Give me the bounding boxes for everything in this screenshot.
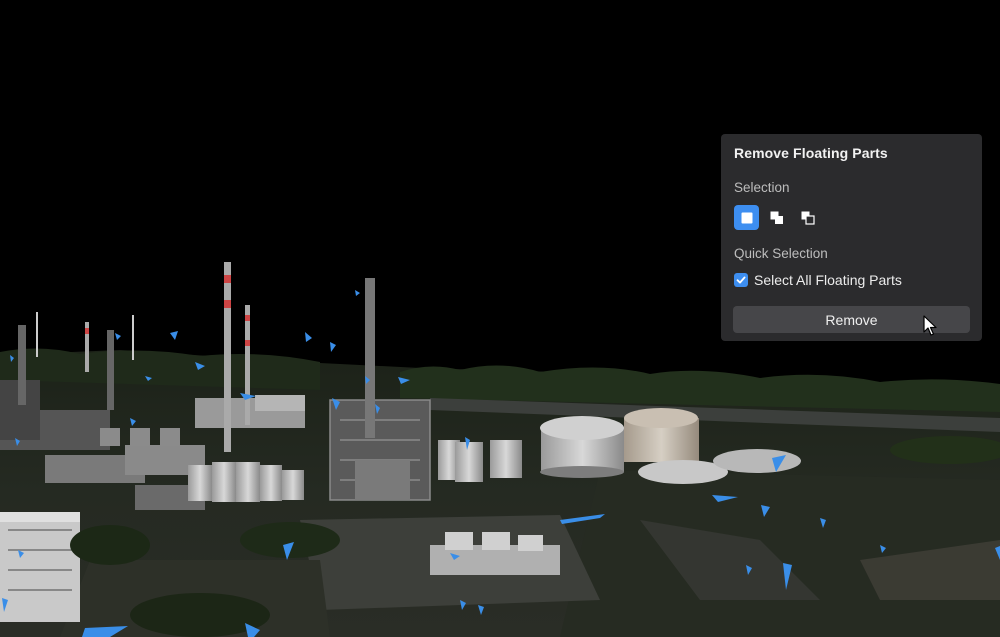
select-all-floating-parts-option[interactable]: Select All Floating Parts xyxy=(734,272,902,288)
remove-floating-parts-panel: Remove Floating Parts Selection Quick Se… xyxy=(721,134,982,341)
quick-selection-label: Quick Selection xyxy=(734,246,828,261)
subtract-selection-icon xyxy=(801,211,815,225)
panel-title: Remove Floating Parts xyxy=(734,145,888,161)
add-selection-icon xyxy=(770,211,784,225)
square-selection-icon xyxy=(741,212,753,224)
selection-label: Selection xyxy=(734,180,790,195)
select-all-checkbox[interactable] xyxy=(734,273,748,287)
add-selection-button[interactable] xyxy=(764,205,789,230)
subtract-selection-button[interactable] xyxy=(795,205,820,230)
select-all-label: Select All Floating Parts xyxy=(754,272,902,288)
new-selection-button[interactable] xyxy=(734,205,759,230)
mouse-cursor-icon xyxy=(923,315,937,336)
checkmark-icon xyxy=(736,276,746,284)
3d-viewport[interactable]: Remove Floating Parts Selection Quick Se… xyxy=(0,0,1000,637)
